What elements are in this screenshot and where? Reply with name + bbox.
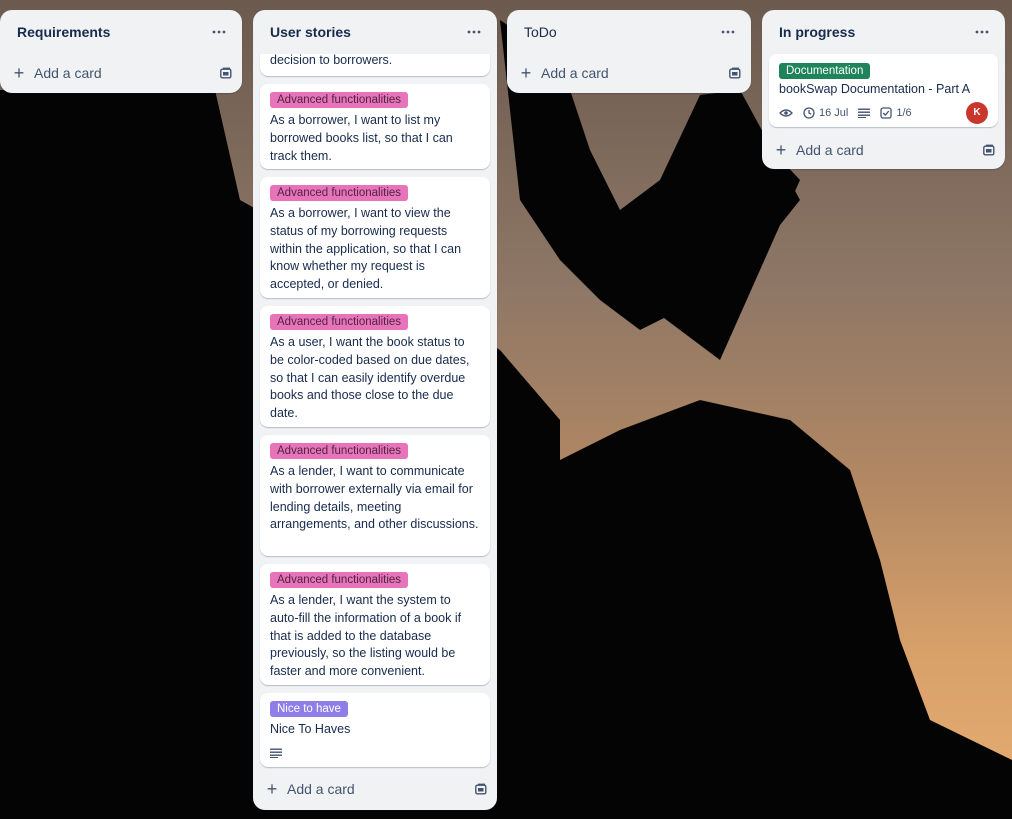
card-text: As a borrower, I want to list my borrowe… xyxy=(270,113,453,163)
card-label: Documentation xyxy=(779,63,871,79)
plus-icon: + xyxy=(775,140,787,160)
card-label: Nice to have xyxy=(270,701,348,717)
plus-icon: + xyxy=(13,63,25,83)
list-title: Requirements xyxy=(17,24,111,40)
card-template-button[interactable] xyxy=(983,144,995,156)
template-icon xyxy=(475,783,487,795)
description-badge xyxy=(858,108,871,118)
add-card-label: Add a card xyxy=(541,65,609,81)
card-text: As a borrower, I want to view the status… xyxy=(270,206,462,292)
template-icon xyxy=(983,144,995,156)
card-text: decision to borrowers. xyxy=(270,54,393,67)
add-card-button[interactable]: + Add a card xyxy=(265,779,355,799)
card-user-story[interactable]: Advanced functionalities As a borrower, … xyxy=(260,177,490,298)
add-card-button[interactable]: + Add a card xyxy=(12,63,102,83)
card-title: bookSwap Documentation - Part A xyxy=(779,82,971,96)
card-template-button[interactable] xyxy=(475,783,487,795)
card-user-story[interactable]: Nice to have Nice To Haves xyxy=(260,693,490,767)
add-card-label: Add a card xyxy=(34,65,102,81)
more-icon xyxy=(212,30,226,34)
checklist-count: 1/6 xyxy=(896,106,912,119)
card-badges xyxy=(270,743,480,763)
more-icon xyxy=(975,30,989,34)
list-in-progress: In progress Documentation bookSwap Docum… xyxy=(762,10,1005,169)
add-card-label: Add a card xyxy=(796,142,864,158)
due-date-badge[interactable]: 16 Jul xyxy=(803,107,848,119)
add-card-button[interactable]: + Add a card xyxy=(519,63,609,83)
card-label: Advanced functionalities xyxy=(270,572,409,588)
watching-badge xyxy=(779,108,793,118)
clock-icon xyxy=(803,107,815,119)
card-text: As a lender, I want the system to auto-f… xyxy=(270,593,462,679)
card-template-button[interactable] xyxy=(220,67,232,79)
card-template-button[interactable] xyxy=(729,67,741,79)
plus-icon: + xyxy=(266,779,278,799)
eye-icon xyxy=(779,109,793,117)
card-text: Nice To Haves xyxy=(270,722,351,736)
plus-icon: + xyxy=(520,63,532,83)
card-label: Advanced functionalities xyxy=(270,314,409,330)
template-icon xyxy=(729,67,741,79)
card-label: Advanced functionalities xyxy=(270,443,409,459)
list-todo: ToDo + Add a card xyxy=(507,10,751,93)
description-icon xyxy=(858,108,871,118)
member-avatar[interactable]: K xyxy=(966,101,988,124)
add-card-button[interactable]: + Add a card xyxy=(774,140,864,160)
more-icon xyxy=(721,30,735,34)
description-icon xyxy=(270,748,282,758)
card-user-story[interactable]: Advanced functionalities As a borrower, … xyxy=(260,84,490,169)
add-card-label: Add a card xyxy=(287,781,355,797)
card-user-story[interactable]: Advanced functionalities As a lender, I … xyxy=(260,435,490,556)
list-menu-button[interactable] xyxy=(463,21,485,43)
card-text: As a user, I want the book status to be … xyxy=(270,335,470,421)
list-title: In progress xyxy=(779,24,856,40)
card-badges: 16 Jul 1/6 K xyxy=(779,101,988,124)
description-badge xyxy=(270,748,282,758)
list-requirements: Requirements + Add a card xyxy=(0,10,242,93)
due-date: 16 Jul xyxy=(819,106,849,119)
card-list: decision to borrowers. Advanced function… xyxy=(253,54,497,770)
list-menu-button[interactable] xyxy=(717,21,739,43)
list-title: User stories xyxy=(270,24,351,40)
more-icon xyxy=(467,30,481,34)
card-label: Advanced functionalities xyxy=(270,185,409,201)
checklist-icon xyxy=(880,107,893,119)
card-text: As a lender, I want to communicate with … xyxy=(270,464,479,532)
list-user-stories: User stories decision to borrowers. Adva… xyxy=(253,10,497,810)
card-partial[interactable]: decision to borrowers. xyxy=(260,54,490,76)
list-menu-button[interactable] xyxy=(208,21,230,43)
list-title: ToDo xyxy=(524,24,557,40)
card-user-story[interactable]: Advanced functionalities As a user, I wa… xyxy=(260,306,490,427)
card-documentation[interactable]: Documentation bookSwap Documentation - P… xyxy=(769,54,998,127)
card-label: Advanced functionalities xyxy=(270,92,409,108)
list-menu-button[interactable] xyxy=(971,21,993,43)
checklist-badge: 1/6 xyxy=(880,106,912,119)
card-user-story[interactable]: Advanced functionalities As a lender, I … xyxy=(260,564,490,685)
template-icon xyxy=(220,67,232,79)
